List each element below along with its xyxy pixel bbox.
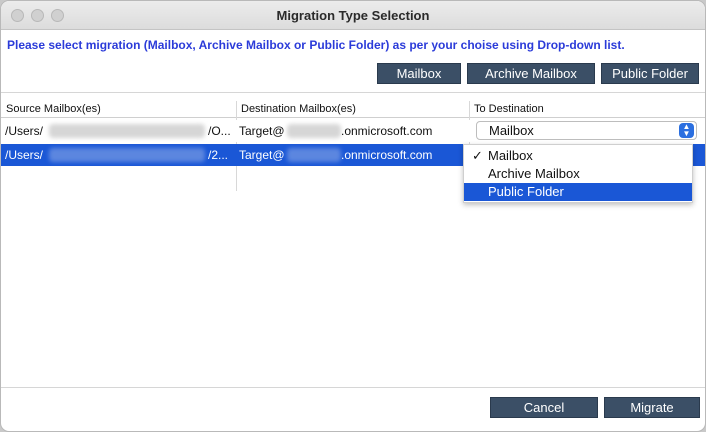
destination-user: Target@	[239, 124, 285, 138]
public-folder-button[interactable]: Public Folder	[601, 63, 699, 84]
redacted-path	[49, 124, 205, 138]
source-path-start: /Users/	[5, 124, 44, 138]
top-divider	[1, 92, 705, 93]
destination-domain: .onmicrosoft.com	[341, 124, 433, 138]
option-mailbox[interactable]: ✓ Mailbox	[464, 147, 692, 165]
redacted-path	[49, 148, 205, 162]
destination-type-dropdown: ✓ Mailbox Archive Mailbox Public Folder	[463, 144, 693, 203]
mailbox-button[interactable]: Mailbox	[377, 63, 461, 84]
archive-mailbox-button[interactable]: Archive Mailbox	[467, 63, 595, 84]
column-header-destination[interactable]: Destination Mailbox(es)	[241, 103, 356, 115]
table-header: Source Mailbox(es) Destination Mailbox(e…	[1, 101, 705, 118]
window-title: Migration Type Selection	[276, 8, 430, 23]
destination-user: Target@	[239, 148, 285, 162]
option-archive-mailbox[interactable]: Archive Mailbox	[464, 165, 692, 183]
destination-type-select[interactable]: Mailbox ▲ ▼	[476, 121, 697, 140]
option-public-folder[interactable]: Public Folder	[464, 183, 692, 201]
cancel-button[interactable]: Cancel	[490, 397, 598, 418]
bottom-divider	[1, 387, 705, 388]
column-header-to-destination[interactable]: To Destination	[474, 103, 544, 115]
title-bar: Migration Type Selection	[1, 1, 705, 30]
select-value: Mailbox	[489, 123, 534, 138]
chevron-updown-icon[interactable]: ▲ ▼	[679, 123, 694, 138]
source-path-start: /Users/	[5, 148, 44, 162]
source-path-end: /O...	[208, 124, 231, 138]
migrate-button[interactable]: Migrate	[604, 397, 700, 418]
checkmark-icon: ✓	[472, 148, 483, 163]
source-path-end: /2...	[208, 148, 229, 162]
mailbox-table: Source Mailbox(es) Destination Mailbox(e…	[1, 101, 705, 381]
migration-dialog: Migration Type Selection Please select m…	[0, 0, 706, 432]
instruction-text: Please select migration (Mailbox, Archiv…	[7, 38, 625, 52]
redacted-domain	[287, 124, 341, 138]
destination-domain: .onmicrosoft.com	[341, 148, 433, 162]
redacted-domain	[287, 148, 341, 162]
column-header-source[interactable]: Source Mailbox(es)	[6, 103, 101, 115]
